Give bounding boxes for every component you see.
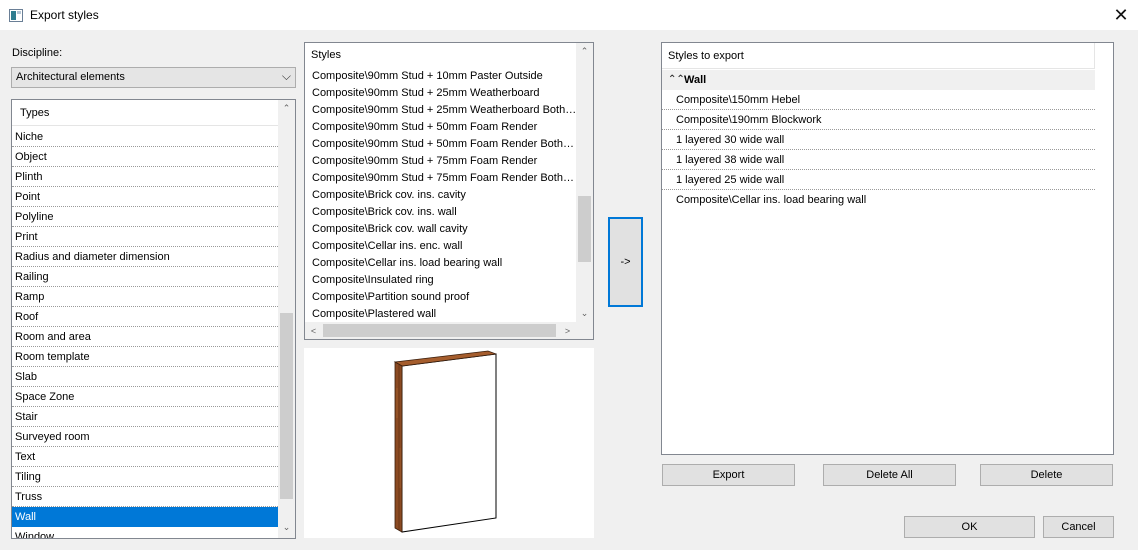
list-item[interactable]: Ramp: [12, 287, 278, 307]
list-item[interactable]: Composite\Brick cov. ins. cavity: [312, 187, 577, 204]
list-item[interactable]: Composite\Brick cov. ins. wall: [312, 204, 577, 221]
list-item[interactable]: Plinth: [12, 167, 278, 187]
ok-button[interactable]: OK: [904, 516, 1035, 538]
scrollbar-thumb[interactable]: [280, 313, 293, 499]
styles-header: Styles: [311, 49, 341, 61]
list-item[interactable]: Composite\90mm Stud + 50mm Foam Render: [312, 119, 577, 136]
list-item[interactable]: Polyline: [12, 207, 278, 227]
delete-button[interactable]: Delete: [980, 464, 1113, 486]
styles-to-export-list[interactable]: Styles to export ⌃⌃ Wall Composite\150mm…: [661, 42, 1114, 455]
discipline-dropdown[interactable]: Architectural elements ⌵: [11, 67, 296, 88]
list-item[interactable]: Composite\90mm Stud + 50mm Foam Render B…: [312, 136, 577, 153]
types-vertical-scrollbar[interactable]: ⌃ ⌄: [278, 100, 295, 538]
list-item[interactable]: Composite\90mm Stud + 10mm Paster Outsid…: [312, 68, 577, 85]
add-to-export-button[interactable]: ->: [608, 217, 643, 307]
scroll-up-icon[interactable]: ⌃: [278, 100, 295, 117]
list-item[interactable]: Slab: [12, 367, 278, 387]
list-item[interactable]: Composite\Partition sound proof: [312, 289, 577, 306]
list-item[interactable]: Roof: [12, 307, 278, 327]
scroll-down-icon[interactable]: ⌄: [576, 305, 593, 322]
types-list[interactable]: Types Niche Object Plinth Point Polyline Prin…: [11, 99, 296, 539]
export-list-header: Styles to export: [662, 43, 1095, 69]
list-item[interactable]: Composite\Cellar ins. load bearing wall: [662, 190, 1095, 210]
cancel-button[interactable]: Cancel: [1043, 516, 1114, 538]
scroll-right-icon[interactable]: >: [559, 322, 576, 339]
list-item[interactable]: Composite\150mm Hebel: [662, 90, 1095, 110]
list-item[interactable]: Point: [12, 187, 278, 207]
group-header-wall[interactable]: ⌃⌃ Wall: [662, 70, 1095, 90]
list-item[interactable]: Composite\90mm Stud + 75mm Foam Render: [312, 153, 577, 170]
scroll-down-icon[interactable]: ⌄: [278, 519, 295, 536]
list-item[interactable]: Surveyed room: [12, 427, 278, 447]
list-item[interactable]: Truss: [12, 487, 278, 507]
list-item[interactable]: Room and area: [12, 327, 278, 347]
styles-list[interactable]: Styles Composite\90mm Stud + 10mm Paster…: [304, 42, 594, 340]
list-item[interactable]: Wall: [12, 507, 278, 527]
discipline-selected-value: Architectural elements: [16, 71, 125, 83]
scrollbar-thumb[interactable]: [578, 196, 591, 262]
list-item[interactable]: Composite\90mm Stud + 25mm Weatherboard …: [312, 102, 577, 119]
style-preview: [304, 348, 594, 538]
scroll-left-icon[interactable]: <: [305, 322, 322, 339]
group-label: Wall: [684, 74, 707, 86]
close-icon[interactable]: ✕: [1104, 0, 1138, 31]
wall-preview-image: [393, 350, 497, 533]
list-item[interactable]: Tiling: [12, 467, 278, 487]
export-button[interactable]: Export: [662, 464, 795, 486]
discipline-label: Discipline:: [12, 47, 63, 59]
list-item[interactable]: Composite\90mm Stud + 25mm Weatherboard: [312, 85, 577, 102]
list-item[interactable]: Object: [12, 147, 278, 167]
dialog-window-icon: [9, 9, 23, 22]
list-item[interactable]: Stair: [12, 407, 278, 427]
scrollbar-thumb[interactable]: [323, 324, 556, 337]
list-item[interactable]: Railing: [12, 267, 278, 287]
collapse-icon[interactable]: ⌃⌃: [668, 70, 685, 90]
title-bar: [0, 0, 1138, 31]
window-title: Export styles: [30, 8, 99, 22]
list-item[interactable]: Room template: [12, 347, 278, 367]
list-item[interactable]: Radius and diameter dimension: [12, 247, 278, 267]
list-item[interactable]: Composite\Brick cov. wall cavity: [312, 221, 577, 238]
list-item[interactable]: Window: [12, 527, 278, 538]
list-item[interactable]: Text: [12, 447, 278, 467]
chevron-down-icon: ⌵: [281, 69, 291, 83]
list-item[interactable]: Composite\Cellar ins. enc. wall: [312, 238, 577, 255]
styles-horizontal-scrollbar[interactable]: < >: [305, 322, 576, 339]
styles-vertical-scrollbar[interactable]: ⌃ ⌄: [576, 43, 593, 322]
list-item[interactable]: 1 layered 38 wide wall: [662, 150, 1095, 170]
list-item[interactable]: Composite\190mm Blockwork: [662, 110, 1095, 130]
list-item[interactable]: Composite\Plastered wall: [312, 306, 577, 323]
list-item[interactable]: 1 layered 25 wide wall: [662, 170, 1095, 190]
scroll-up-icon[interactable]: ⌃: [576, 43, 593, 60]
list-item[interactable]: Print: [12, 227, 278, 247]
types-header: Types: [12, 100, 278, 126]
list-item[interactable]: Composite\90mm Stud + 75mm Foam Render B…: [312, 170, 577, 187]
scrollbar-corner: [576, 322, 593, 339]
delete-all-button[interactable]: Delete All: [823, 464, 956, 486]
list-item[interactable]: Composite\Insulated ring: [312, 272, 577, 289]
list-item[interactable]: Composite\Cellar ins. load bearing wall: [312, 255, 577, 272]
list-item[interactable]: Niche: [12, 127, 278, 147]
list-item[interactable]: 1 layered 30 wide wall: [662, 130, 1095, 150]
list-item[interactable]: Space Zone: [12, 387, 278, 407]
